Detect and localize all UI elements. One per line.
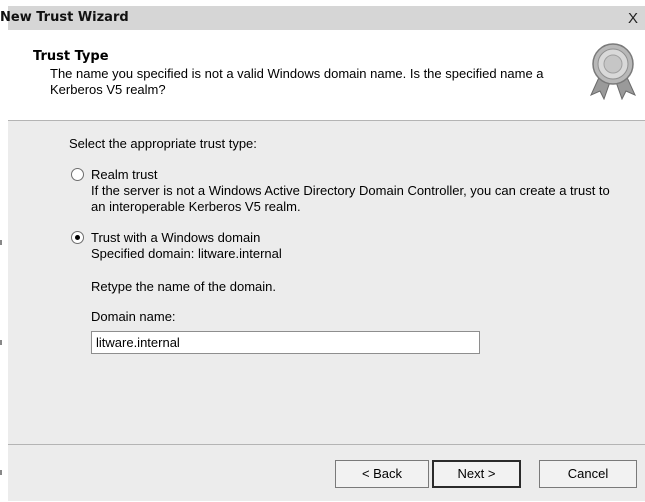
edge-mark bbox=[0, 240, 2, 245]
wizard-window: New Trust Wizard X Trust Type The name y… bbox=[0, 6, 645, 501]
edge-mark bbox=[0, 470, 2, 475]
next-button[interactable]: Next > bbox=[432, 460, 521, 488]
realm-trust-description: If the server is not a Windows Active Di… bbox=[91, 183, 610, 214]
realm-trust-radio[interactable] bbox=[71, 168, 84, 181]
domain-name-input[interactable] bbox=[91, 331, 480, 354]
realm-trust-label[interactable]: Realm trust bbox=[91, 167, 157, 182]
windows-domain-trust-label[interactable]: Trust with a Windows domain bbox=[91, 230, 260, 245]
cancel-button[interactable]: Cancel bbox=[539, 460, 637, 488]
award-ribbon-icon bbox=[590, 43, 636, 100]
retype-domain-prompt: Retype the name of the domain. bbox=[91, 279, 277, 294]
page-title: Trust Type bbox=[33, 49, 109, 64]
windows-domain-trust-radio[interactable] bbox=[71, 231, 84, 244]
back-button[interactable]: < Back bbox=[335, 460, 429, 488]
window-title: New Trust Wizard bbox=[0, 10, 129, 25]
wizard-header: Trust Type The name you specified is not… bbox=[8, 30, 645, 121]
specified-domain-text: Specified domain: litware.internal bbox=[91, 246, 282, 261]
page-description: The name you specified is not a valid Wi… bbox=[50, 66, 544, 97]
edge-mark bbox=[0, 340, 2, 345]
trust-type-prompt: Select the appropriate trust type: bbox=[69, 136, 257, 151]
close-button[interactable]: X bbox=[625, 11, 641, 27]
domain-name-label: Domain name: bbox=[91, 309, 176, 324]
title-bar: New Trust Wizard X bbox=[0, 6, 645, 30]
